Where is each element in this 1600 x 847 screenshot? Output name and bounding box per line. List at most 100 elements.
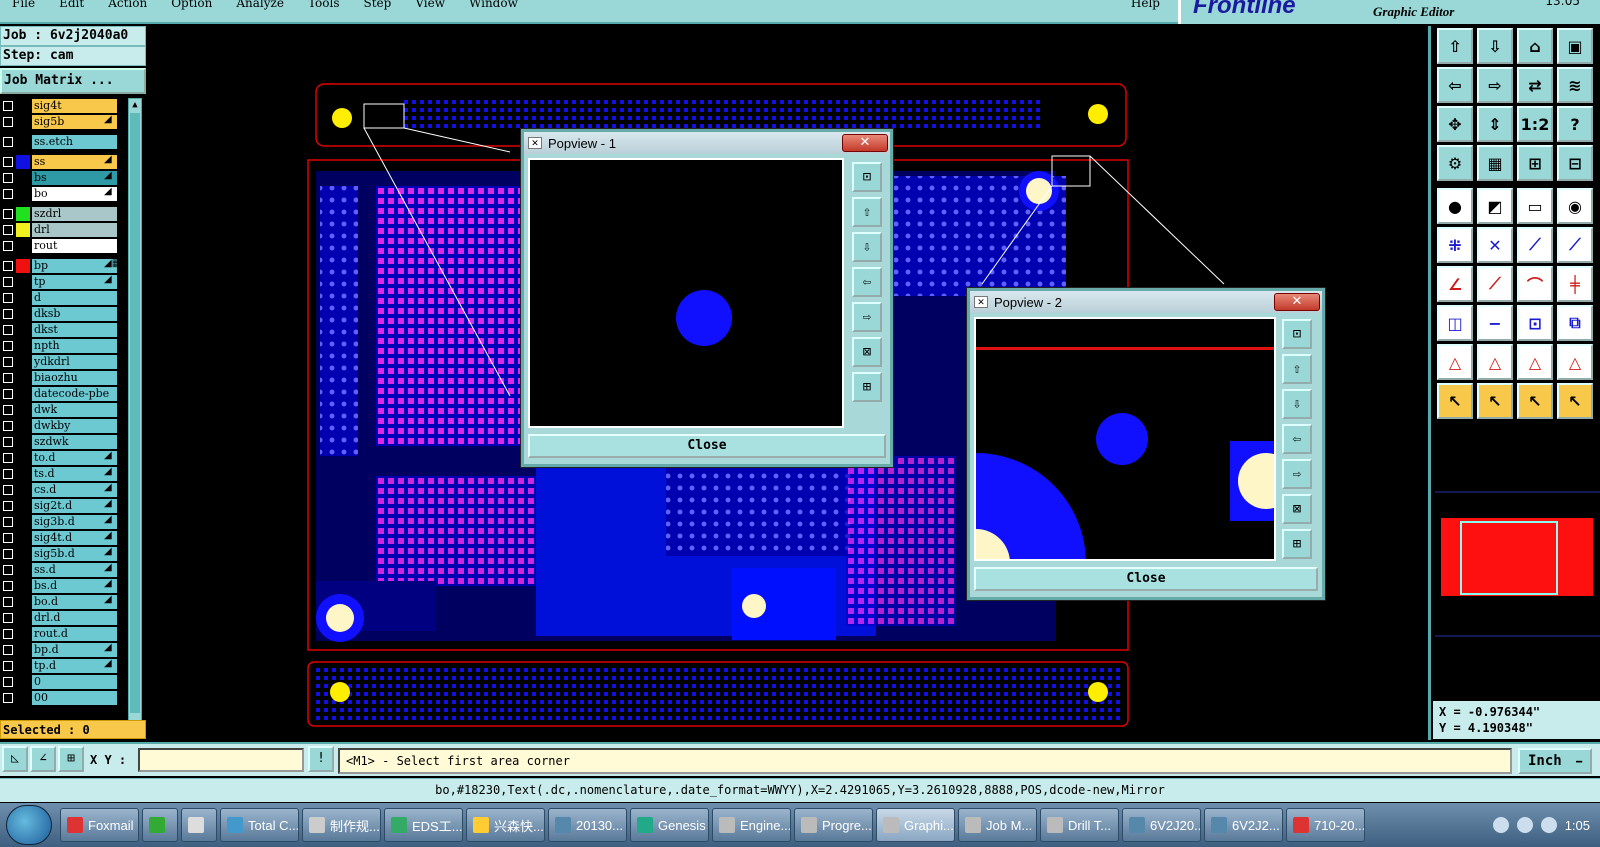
layer-checkbox[interactable] [3, 661, 13, 671]
scroll-up-icon[interactable]: ▲ [129, 99, 141, 111]
layer-color-swatch[interactable] [16, 291, 30, 305]
layer-checkbox[interactable] [3, 597, 13, 607]
layer-row[interactable]: bo.d ◢ [0, 594, 118, 610]
popview-1-close-button[interactable]: Close [528, 434, 886, 458]
layer-row[interactable]: cs.d ◢ [0, 482, 118, 498]
layer-row[interactable]: bp ◢▦ [0, 258, 118, 274]
tool-button-r9-c1[interactable]: ↖ [1477, 383, 1513, 419]
layer-row[interactable]: bp.d ◢ [0, 642, 118, 658]
tool-button-r2-c1[interactable]: ⇕ [1477, 106, 1513, 142]
tool-button-r1-c3[interactable]: ≋ [1557, 67, 1593, 103]
taskbar-item[interactable]: Drill T... [1040, 808, 1119, 842]
tool-button-r3-c0[interactable]: ⚙ [1437, 145, 1473, 181]
layer-checkbox[interactable] [3, 549, 13, 559]
layer-row[interactable]: dwkby [0, 418, 118, 434]
tool-button-r7-c1[interactable]: − [1477, 305, 1513, 341]
taskbar-item[interactable]: 兴森快... [466, 808, 545, 842]
taskbar-clock[interactable]: 1:05 [1565, 818, 1590, 833]
layer-name[interactable]: dksb [32, 307, 117, 321]
layer-color-swatch[interactable] [16, 275, 30, 289]
menu-file[interactable]: File [0, 0, 47, 9]
pan-up-icon[interactable]: ⇧ [852, 197, 882, 227]
overview-map[interactable] [1435, 436, 1600, 696]
menu-tools[interactable]: Tools [296, 0, 352, 9]
layer-color-swatch[interactable] [16, 627, 30, 641]
layer-checkbox[interactable] [3, 453, 13, 463]
tool-button-r9-c3[interactable]: ↖ [1557, 383, 1593, 419]
layer-color-swatch[interactable] [16, 579, 30, 593]
layer-name[interactable]: biaozhu [32, 371, 117, 385]
layer-checkbox[interactable] [3, 117, 13, 127]
layer-checkbox[interactable] [3, 565, 13, 575]
xy-input[interactable] [138, 748, 304, 772]
zoom-fit-icon[interactable]: ⊡ [1282, 319, 1312, 349]
tool-button-r6-c0[interactable]: ∠ [1437, 266, 1473, 302]
layer-color-swatch[interactable] [16, 135, 30, 149]
layer-checkbox[interactable] [3, 485, 13, 495]
tool-button-r8-c2[interactable]: △ [1517, 344, 1553, 380]
taskbar-item[interactable]: 制作规... [302, 808, 381, 842]
layer-row[interactable]: dwk [0, 402, 118, 418]
layer-row[interactable]: 00 [0, 690, 118, 706]
start-button[interactable] [6, 805, 52, 845]
zoom-in-icon[interactable]: ⊞ [852, 372, 882, 402]
tool-button-r6-c3[interactable]: ╪ [1557, 266, 1593, 302]
layer-row[interactable]: datecode-pbe [0, 386, 118, 402]
taskbar-item[interactable] [181, 808, 217, 842]
popview-1-viewport[interactable] [528, 158, 844, 428]
layer-checkbox[interactable] [3, 645, 13, 655]
menu-edit[interactable]: Edit [47, 0, 96, 9]
tool-button-r5-c2[interactable]: ⟋ [1517, 227, 1553, 263]
menu-help[interactable]: Help [1119, 0, 1178, 9]
layer-checkbox[interactable] [3, 437, 13, 447]
pan-left-icon[interactable]: ⇦ [1282, 424, 1312, 454]
tool-button-r2-c3[interactable]: ? [1557, 106, 1593, 142]
taskbar-item[interactable]: 710-20... [1286, 808, 1365, 842]
layer-row[interactable]: npth [0, 338, 118, 354]
zoom-fit-icon[interactable]: ⊡ [852, 162, 882, 192]
layer-name[interactable]: drl [32, 223, 117, 237]
layer-row[interactable]: drl.d [0, 610, 118, 626]
layer-row[interactable]: ss.d ◢ [0, 562, 118, 578]
layer-color-swatch[interactable] [16, 307, 30, 321]
layer-row[interactable]: sig4t [0, 98, 118, 114]
layer-checkbox[interactable] [3, 189, 13, 199]
layer-color-swatch[interactable] [16, 419, 30, 433]
layer-color-swatch[interactable] [16, 515, 30, 529]
tool-button-r3-c3[interactable]: ⊟ [1557, 145, 1593, 181]
layer-checkbox[interactable] [3, 533, 13, 543]
tool-button-r9-c2[interactable]: ↖ [1517, 383, 1553, 419]
layer-name[interactable]: dwk [32, 403, 117, 417]
job-matrix-button[interactable]: Job Matrix ... [0, 68, 146, 94]
layer-checkbox[interactable] [3, 325, 13, 335]
layer-checkbox[interactable] [3, 389, 13, 399]
layer-checkbox[interactable] [3, 677, 13, 687]
layer-name[interactable]: szdrl [32, 207, 117, 221]
layer-color-swatch[interactable] [16, 339, 30, 353]
tool-button-r0-c0[interactable]: ⇧ [1437, 28, 1473, 64]
menu-analyze[interactable]: Analyze [224, 0, 296, 9]
layer-name[interactable]: ydkdrl [32, 355, 117, 369]
layer-name[interactable]: 0 [32, 675, 117, 689]
tool-button-r5-c1[interactable]: ✕ [1477, 227, 1513, 263]
layer-name[interactable]: sig4t [32, 99, 117, 113]
menu-step[interactable]: Step [351, 0, 403, 9]
tool-button-r8-c0[interactable]: △ [1437, 344, 1473, 380]
snap-icon[interactable]: ◺ [2, 746, 28, 772]
layer-row[interactable]: d [0, 290, 118, 306]
layer-row[interactable]: sig2t.d ◢ [0, 498, 118, 514]
tool-button-r0-c1[interactable]: ⇩ [1477, 28, 1513, 64]
layer-checkbox[interactable] [3, 261, 13, 271]
layer-row[interactable]: dkst [0, 322, 118, 338]
layer-checkbox[interactable] [3, 629, 13, 639]
taskbar-item[interactable]: 6V2J2... [1204, 808, 1283, 842]
taskbar-item[interactable]: 6V2J20... [1122, 808, 1201, 842]
layer-row[interactable]: ss ◢ [0, 154, 118, 170]
layer-color-swatch[interactable] [16, 239, 30, 253]
layer-color-swatch[interactable] [16, 323, 30, 337]
layer-color-swatch[interactable] [16, 387, 30, 401]
layer-name[interactable]: dkst [32, 323, 117, 337]
layer-checkbox[interactable] [3, 421, 13, 431]
menu-action[interactable]: Action [96, 0, 159, 9]
pan-down-icon[interactable]: ⇩ [1282, 389, 1312, 419]
